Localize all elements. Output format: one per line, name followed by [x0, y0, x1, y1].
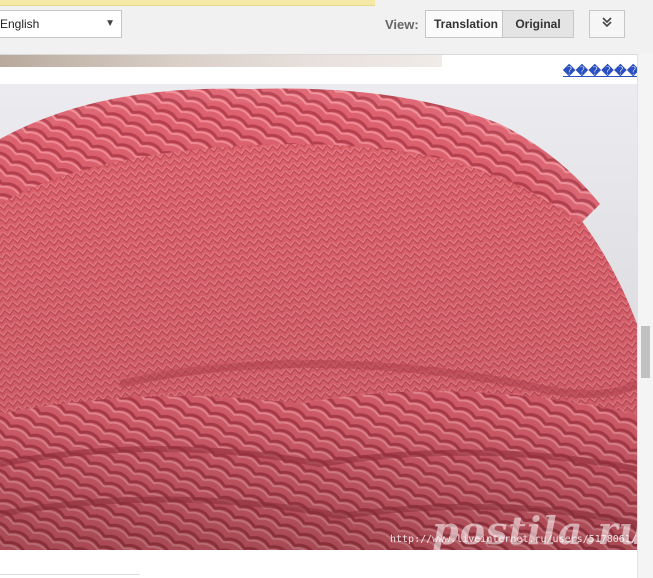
scrollbar-thumb[interactable]: [641, 326, 650, 378]
dropdown-arrow-icon: ▼: [105, 18, 115, 29]
original-button[interactable]: Original: [503, 11, 573, 37]
language-select-value: English: [0, 17, 40, 31]
view-toggle: Translation Original: [425, 10, 574, 38]
view-label: View:: [385, 17, 419, 32]
previous-image-edge: [0, 55, 442, 67]
knitted-fabric-image: [0, 84, 637, 550]
postila-logo: postila.ru: [432, 508, 648, 553]
vertical-scrollbar[interactable]: [637, 54, 653, 578]
double-chevron-down-icon: [601, 15, 613, 32]
divider: [0, 574, 140, 575]
notification-strip: [0, 0, 375, 6]
translation-button[interactable]: Translation: [426, 11, 503, 37]
knitted-photo: [0, 84, 637, 550]
sidebar-link[interactable]: ������: [563, 64, 640, 78]
watermark-url: http://www.liveinternet.ru/users/5178061…: [390, 534, 637, 545]
expand-button[interactable]: [589, 10, 625, 38]
translate-toolbar: English ▼ View: Translation Original: [0, 0, 653, 55]
language-select[interactable]: English ▼: [0, 10, 122, 38]
